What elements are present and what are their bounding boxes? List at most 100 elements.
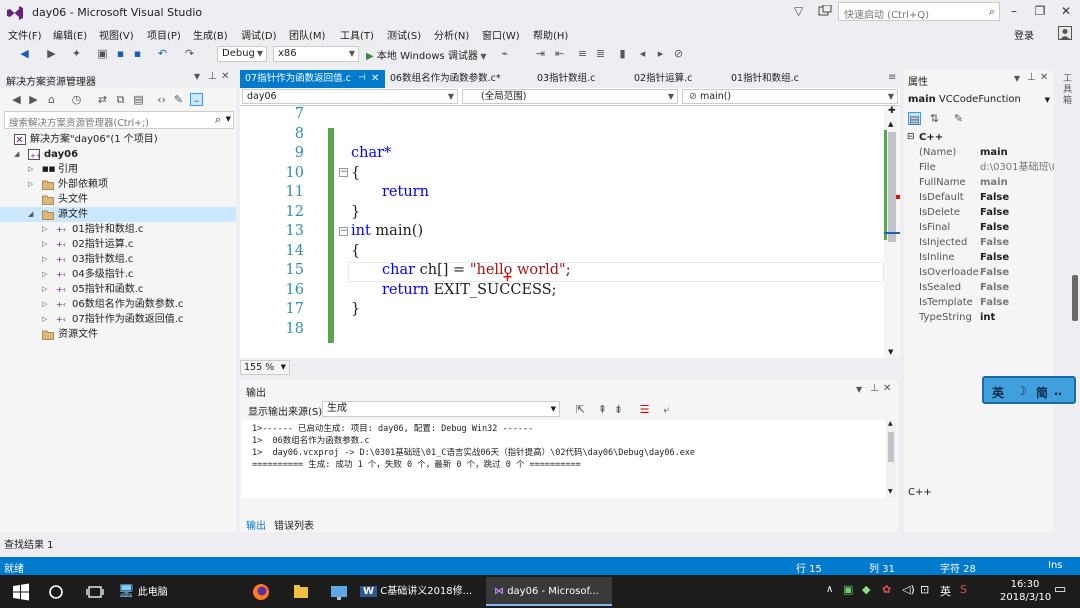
tree-node-file[interactable]: ▷ +‹ 07指针作为函数返回值.c xyxy=(0,312,236,327)
tree-node-file[interactable]: ▷ +‹ 04多级指针.c xyxy=(0,267,236,282)
account-avatar-icon[interactable] xyxy=(1058,26,1072,40)
tree-node-external-deps[interactable]: ▷ 外部依赖项 xyxy=(0,177,236,192)
sign-in-link[interactable]: 登录 xyxy=(1014,27,1034,42)
preview-icon[interactable]: – xyxy=(190,93,203,107)
property-row[interactable]: IsInjected False xyxy=(904,235,1054,250)
notification-center-icon[interactable]: ▭ xyxy=(1054,582,1066,597)
property-row[interactable]: IsInline False xyxy=(904,250,1054,265)
taskbar-this-pc[interactable]: 🖥 此电脑 xyxy=(118,577,192,606)
property-row[interactable]: IsDefault False xyxy=(904,190,1054,205)
output-vertical-scrollbar[interactable]: ▲ ▼ xyxy=(886,420,896,498)
step-icon[interactable]: ⇥ xyxy=(534,47,547,60)
menu-test[interactable]: 测试(S) xyxy=(387,27,421,42)
tab-07[interactable]: 07指针作为函数返回值.c ⊣ ✕ xyxy=(240,70,385,88)
save-all-icon[interactable]: ▪ xyxy=(131,47,144,60)
menu-file[interactable]: 文件(F) xyxy=(8,27,42,42)
side-handle[interactable] xyxy=(1072,275,1078,321)
feedback-icon[interactable] xyxy=(818,5,832,18)
step-over-icon[interactable]: ⇤ xyxy=(553,47,566,60)
task-view-icon[interactable] xyxy=(84,581,106,603)
toolbox-tab[interactable]: 工具箱 xyxy=(1063,74,1075,107)
property-row[interactable]: (Name) main xyxy=(904,145,1054,160)
tray-app-icon[interactable]: ▣ xyxy=(843,583,853,596)
show-all-files-icon[interactable]: ▤ xyxy=(132,93,145,106)
collapse-icon[interactable]: − xyxy=(339,227,348,236)
solution-search-input[interactable]: 搜索解决方案资源管理器(Ctrl+;) ⌕ ▼ xyxy=(4,111,234,129)
menu-help[interactable]: 帮助(H) xyxy=(533,27,568,42)
dropdown-icon[interactable]: ▼ xyxy=(1014,74,1020,83)
pin-icon[interactable]: ⊣ xyxy=(358,70,366,87)
collapse-all-icon[interactable]: ⧉ xyxy=(114,93,127,106)
cortana-search-icon[interactable] xyxy=(45,581,67,603)
tree-node-project[interactable]: ◢ ++ day06 xyxy=(0,147,236,162)
scroll-down-arrow-icon[interactable]: ▼ xyxy=(888,348,893,356)
firefox-icon[interactable] xyxy=(250,581,272,603)
code-editor[interactable]: 7 8 9 10 11 12 13 14 15 16 17 18 − − cha… xyxy=(240,106,900,358)
network-icon[interactable]: ⊡ xyxy=(920,583,929,596)
alphabetical-icon[interactable]: ⇅ xyxy=(928,112,941,125)
tray-app-icon[interactable]: S xyxy=(960,583,967,596)
back-icon[interactable]: ◀ xyxy=(10,93,23,106)
windows-start-icon[interactable] xyxy=(10,581,32,603)
close-icon[interactable]: ✕ xyxy=(1040,72,1048,83)
prev-bookmark-icon[interactable]: ◂ xyxy=(636,47,649,60)
clear-all-icon[interactable]: ☰ xyxy=(638,403,651,416)
menu-view[interactable]: 视图(V) xyxy=(99,27,134,42)
categorized-icon[interactable]: ▤ xyxy=(908,112,921,126)
tree-node-file[interactable]: ▷ +‹ 03指针数组.c xyxy=(0,252,236,267)
tree-node-resource-files[interactable]: 资源文件 xyxy=(0,327,236,342)
menu-project[interactable]: 项目(P) xyxy=(147,27,181,42)
tree-node-solution[interactable]: 解决方案"day06"(1 个项目) xyxy=(0,132,236,147)
tree-node-references[interactable]: ▷ ■■ 引用 xyxy=(0,162,236,177)
menu-build[interactable]: 生成(B) xyxy=(193,27,228,42)
tab-06[interactable]: 06数组名作为函数参数.c* xyxy=(385,70,527,88)
tab-error-list[interactable]: 错误列表 xyxy=(274,517,314,532)
undo-icon[interactable]: ↶ xyxy=(156,47,169,60)
scroll-down-arrow-icon[interactable]: ▼ xyxy=(888,488,893,495)
tree-node-file[interactable]: ▷ +‹ 01指针和数组.c xyxy=(0,222,236,237)
function-nav-select[interactable]: ⊘ main() ▼ xyxy=(682,89,898,104)
quick-launch-input[interactable]: 快速启动 (Ctrl+Q) ⌕ xyxy=(838,2,1000,21)
minimize-button[interactable]: – xyxy=(1004,4,1024,18)
dropdown-icon[interactable]: ▼ xyxy=(856,385,862,394)
menu-tools[interactable]: 工具(T) xyxy=(340,27,374,42)
home-icon[interactable]: ⌂ xyxy=(45,93,58,106)
go-to-location-icon[interactable]: ⇱ xyxy=(574,403,587,416)
menu-team[interactable]: 团队(M) xyxy=(289,27,325,42)
output-source-select[interactable]: 生成 ▼ xyxy=(322,401,560,417)
taskbar-word[interactable]: W C基础讲义2018修... xyxy=(360,577,476,606)
taskbar-visual-studio[interactable]: ⋈ day06 - Microsof... xyxy=(486,577,612,606)
tree-node-header-files[interactable]: 头文件 xyxy=(0,192,236,207)
property-row[interactable]: IsOverloade False xyxy=(904,265,1054,280)
forward-icon[interactable]: ▶ xyxy=(27,93,40,106)
tray-app-icon[interactable]: ◆ xyxy=(862,583,870,596)
editor-vertical-scrollbar[interactable]: ✚ ▲ ▼ xyxy=(884,106,900,358)
uncomment-icon[interactable]: ≣ xyxy=(594,47,607,60)
word-wrap-icon[interactable]: ⤶ xyxy=(660,403,673,416)
menu-debug[interactable]: 调试(D) xyxy=(241,27,277,42)
tree-node-file[interactable]: ▷ +‹ 06数组名作为函数参数.c xyxy=(0,297,236,312)
pin-icon[interactable]: ⊥ xyxy=(208,71,217,82)
solution-config-select[interactable]: Debug ▼ xyxy=(217,46,267,62)
tab-03[interactable]: 03指针数组.c xyxy=(532,70,622,88)
close-icon[interactable]: ✕ xyxy=(371,70,379,87)
volume-icon[interactable]: ◁) xyxy=(902,583,915,596)
save-icon[interactable]: ▪ xyxy=(114,47,127,60)
split-icon[interactable]: ✚ xyxy=(888,106,896,116)
redo-icon[interactable]: ↷ xyxy=(183,47,196,60)
taskbar-clock[interactable]: 16:30 2018/3/10 xyxy=(1000,578,1051,604)
tab-02[interactable]: 02指针运算.c xyxy=(629,70,719,88)
clear-bookmarks-icon[interactable]: ⊘ xyxy=(672,47,685,60)
new-project-icon[interactable]: ✦ xyxy=(70,47,83,60)
start-debugging-button[interactable]: ▶ 本地 Windows 调试器 ▼ xyxy=(366,47,487,62)
property-row[interactable]: FullName main xyxy=(904,175,1054,190)
show-hidden-icons-chevron-icon[interactable]: ∧ xyxy=(826,584,833,595)
prev-message-icon[interactable]: ⇞ xyxy=(596,403,609,416)
tree-node-source-files[interactable]: ◢ 源文件 xyxy=(0,207,236,222)
comment-icon[interactable]: ≡ xyxy=(576,47,589,60)
output-text-area[interactable]: 1>------ 已启动生成: 项目: day06, 配置: Debug Win… xyxy=(242,420,896,498)
ime-floating-bar[interactable]: 英 ☽ 简 ‥ xyxy=(982,376,1076,404)
scroll-up-arrow-icon[interactable]: ▲ xyxy=(888,120,893,128)
restore-button[interactable]: ❐ xyxy=(1030,4,1050,18)
property-row[interactable]: TypeString int xyxy=(904,310,1054,325)
